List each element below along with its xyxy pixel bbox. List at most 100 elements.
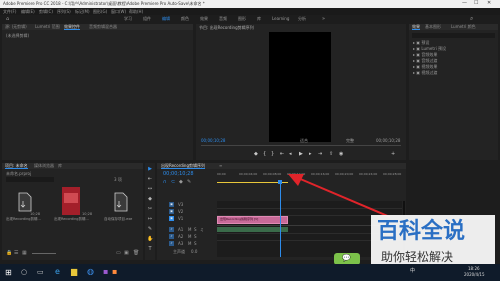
- icon-view-icon[interactable]: ▦: [22, 251, 27, 256]
- workspace-graphics[interactable]: 图形: [238, 17, 246, 21]
- track-select-tool-icon[interactable]: ⇤: [147, 176, 153, 182]
- video-clip[interactable]: 出现Recording剪辑序列 [V]: [217, 216, 288, 224]
- step-back-icon[interactable]: ◂: [289, 151, 292, 157]
- new-item-icon[interactable]: ▣: [124, 251, 129, 256]
- lift-icon[interactable]: ⇪: [329, 151, 333, 157]
- tab-essential-graphics[interactable]: 基本图形: [425, 24, 441, 30]
- workspace-effects[interactable]: 效果: [200, 17, 208, 21]
- ripple-edit-tool-icon[interactable]: ↔: [147, 186, 153, 192]
- project-item[interactable]: [106, 189, 134, 217]
- snap-icon[interactable]: ∩: [163, 180, 167, 185]
- app-taskbar-icon[interactable]: ▪: [112, 268, 117, 276]
- fit-dropdown[interactable]: 适合: [300, 139, 308, 143]
- mark-out-icon[interactable]: }: [271, 151, 274, 157]
- linked-selection-icon[interactable]: ⊂: [171, 180, 175, 185]
- source-patch-v1[interactable]: ▣: [169, 216, 174, 221]
- effects-search-input[interactable]: [412, 33, 495, 38]
- timeline-timecode[interactable]: 00;00;10;28: [163, 172, 194, 177]
- menu-item-sequence[interactable]: 序列(S): [57, 10, 71, 14]
- list-item[interactable]: ▸ ▣ 视频过渡: [413, 71, 437, 75]
- source-patch-v2[interactable]: ▣: [169, 209, 174, 214]
- menu-item-window[interactable]: 窗口(W): [111, 10, 126, 14]
- home-icon[interactable]: ⌂: [6, 17, 9, 22]
- ime-indicator[interactable]: 中: [410, 269, 415, 274]
- project-search-input[interactable]: [6, 177, 54, 182]
- playback-scrubber[interactable]: [201, 145, 401, 146]
- audio-clip[interactable]: [217, 227, 288, 232]
- tab-effects[interactable]: 效果: [412, 24, 420, 30]
- play-icon[interactable]: ▶: [299, 151, 303, 157]
- list-item[interactable]: ▸ ▣ 音频效果: [413, 53, 437, 57]
- tab-project[interactable]: 项目: 未命名: [5, 163, 28, 169]
- selection-tool-icon[interactable]: ▶: [147, 166, 153, 172]
- add-marker-timeline-icon[interactable]: ◆: [179, 180, 183, 185]
- workspace-audio[interactable]: 音频: [219, 17, 227, 21]
- program-timecode[interactable]: 00;00;10;28: [201, 139, 225, 143]
- menu-item-graphics[interactable]: 图形(G): [93, 10, 107, 14]
- solo-button[interactable]: S: [194, 228, 197, 232]
- mute-button[interactable]: M: [188, 228, 191, 232]
- search-icon[interactable]: ⌕: [470, 16, 473, 22]
- menu-item-file[interactable]: 文件(F): [3, 10, 16, 14]
- tab-audio-clip-mixer[interactable]: 音频剪辑混合器: [89, 24, 117, 30]
- mark-in-icon[interactable]: {: [263, 151, 266, 157]
- tab-lumetri-color[interactable]: Lumetri 颜色: [451, 24, 476, 30]
- tab-source[interactable]: 源: (无剪辑): [5, 24, 27, 30]
- list-item[interactable]: ▸ ▣ 视频效果: [413, 65, 437, 69]
- go-to-in-icon[interactable]: ⇤: [280, 151, 284, 157]
- tab-sequence[interactable]: 出现Recording剪辑序列: [161, 163, 206, 169]
- tab-lumetri-scopes[interactable]: Lumetri 范围: [35, 24, 60, 30]
- tab-media-browser[interactable]: 媒体浏览器: [34, 163, 54, 169]
- browser-icon[interactable]: ◍: [87, 268, 94, 276]
- export-frame-icon[interactable]: ◉: [339, 151, 343, 157]
- menu-item-clip[interactable]: 剪辑(C): [39, 10, 53, 14]
- premiere-pro-taskbar-icon[interactable]: ▪: [103, 268, 108, 276]
- search-taskbar-icon[interactable]: ○: [21, 269, 27, 276]
- windows-start-icon[interactable]: ⊞: [5, 269, 12, 277]
- tab-libraries[interactable]: 库: [58, 163, 62, 169]
- more-workspaces-icon[interactable]: »: [322, 17, 325, 22]
- source-patch-a3[interactable]: ♪: [169, 241, 174, 246]
- slip-tool-icon[interactable]: ↦: [147, 216, 153, 222]
- wrench-icon[interactable]: ✎: [187, 180, 191, 185]
- razor-tool-icon[interactable]: ✂: [147, 206, 153, 212]
- close-icon[interactable]: ✕: [487, 1, 491, 6]
- workspace-learning[interactable]: Learning: [272, 17, 289, 21]
- menu-item-edit[interactable]: 编辑(E): [21, 10, 35, 14]
- workspace-assembly[interactable]: 组件: [143, 17, 151, 21]
- master-volume[interactable]: 0.0: [191, 250, 197, 254]
- pen-tool-icon[interactable]: ✎: [147, 226, 153, 232]
- menu-item-help[interactable]: 帮助(H): [129, 10, 143, 14]
- workspace-editing[interactable]: 编辑: [162, 17, 170, 21]
- mute-button[interactable]: M: [188, 242, 191, 246]
- workspace-color[interactable]: 颜色: [181, 17, 189, 21]
- delete-icon[interactable]: 🗑: [133, 251, 139, 256]
- minimize-icon[interactable]: —: [462, 1, 467, 6]
- file-explorer-icon[interactable]: ▆: [71, 268, 77, 276]
- zoom-slider[interactable]: [32, 253, 56, 254]
- lock-icon[interactable]: 🔒: [6, 251, 12, 256]
- solo-button[interactable]: S: [194, 242, 197, 246]
- project-item-video-thumbnail[interactable]: [62, 187, 80, 215]
- workspace-analysis[interactable]: 分析: [298, 17, 306, 21]
- mute-button[interactable]: M: [188, 235, 191, 239]
- step-forward-icon[interactable]: ▸: [309, 151, 312, 157]
- microphone-icon[interactable]: ♫: [200, 228, 204, 232]
- workspace-learn[interactable]: 学习: [124, 17, 132, 21]
- list-view-icon[interactable]: ☰: [14, 251, 18, 256]
- go-to-out-icon[interactable]: ⇥: [318, 151, 322, 157]
- source-patch-a2[interactable]: ♪: [169, 234, 174, 239]
- add-marker-icon[interactable]: ◆: [254, 151, 258, 157]
- maximize-icon[interactable]: ☐: [474, 1, 478, 6]
- list-item[interactable]: ▸ ▣ 音频过渡: [413, 59, 437, 63]
- type-tool-icon[interactable]: T: [147, 246, 153, 252]
- workspace-libraries[interactable]: 库: [257, 17, 261, 21]
- list-item[interactable]: ▸ ▣ 预设: [413, 41, 429, 45]
- source-patch-v3[interactable]: ▣: [169, 202, 174, 207]
- edge-browser-icon[interactable]: e: [55, 268, 60, 276]
- new-bin-icon[interactable]: ▭: [116, 251, 121, 256]
- tab-effect-controls[interactable]: 效果控件: [64, 24, 80, 30]
- add-button-icon[interactable]: +: [391, 151, 395, 157]
- rate-stretch-tool-icon[interactable]: ◆: [147, 196, 153, 202]
- hand-tool-icon[interactable]: ✋: [147, 236, 153, 242]
